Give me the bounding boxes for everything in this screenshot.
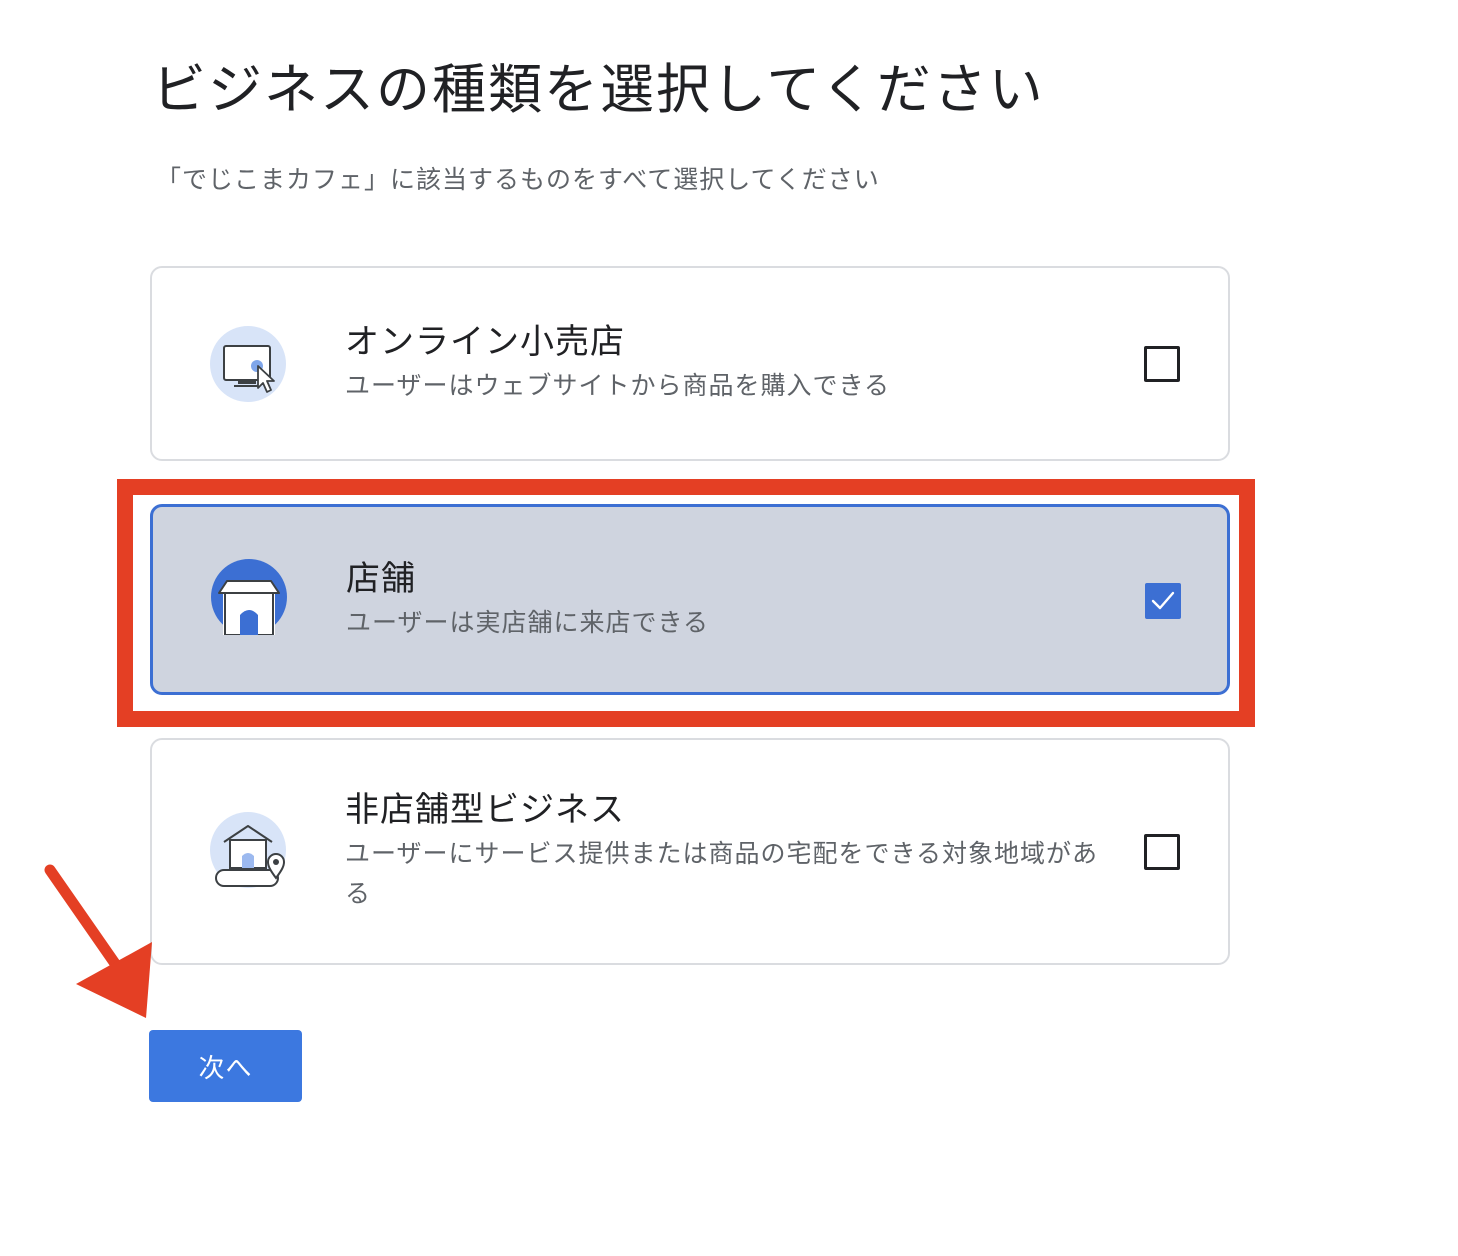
storefront-icon: [211, 559, 287, 636]
option-physical-store[interactable]: 店舗 ユーザーは実店舗に来店できる: [150, 504, 1230, 695]
checkmark-icon: [1151, 591, 1175, 610]
option-online-retail[interactable]: オンライン小売店 ユーザーはウェブサイトから商品を購入できる: [150, 266, 1230, 461]
option-description: ユーザーにサービス提供または商品の宅配をできる対象地域がある: [345, 839, 1099, 908]
monitor-cursor-icon: [210, 326, 286, 402]
online-retail-checkbox[interactable]: [1144, 346, 1180, 382]
home-delivery-icon: [210, 812, 286, 888]
physical-store-checkbox[interactable]: [1145, 583, 1181, 619]
service-area-checkbox[interactable]: [1144, 834, 1180, 870]
option-title: 非店舗型ビジネス: [345, 790, 625, 830]
next-button[interactable]: 次へ: [149, 1030, 302, 1102]
option-description: ユーザーはウェブサイトから商品を購入できる: [345, 371, 891, 400]
option-title: オンライン小売店: [345, 322, 625, 362]
page-subtitle: 「でじこまカフェ」に該当するものをすべて選択してください: [156, 165, 880, 194]
page-title: ビジネスの種類を選択してください: [152, 58, 1045, 121]
annotation-arrow-icon: [44, 864, 152, 1018]
option-service-area[interactable]: 非店舗型ビジネス ユーザーにサービス提供または商品の宅配をできる対象地域がある: [150, 738, 1230, 965]
option-description: ユーザーは実店舗に来店できる: [346, 608, 710, 637]
option-title: 店舗: [346, 559, 416, 599]
